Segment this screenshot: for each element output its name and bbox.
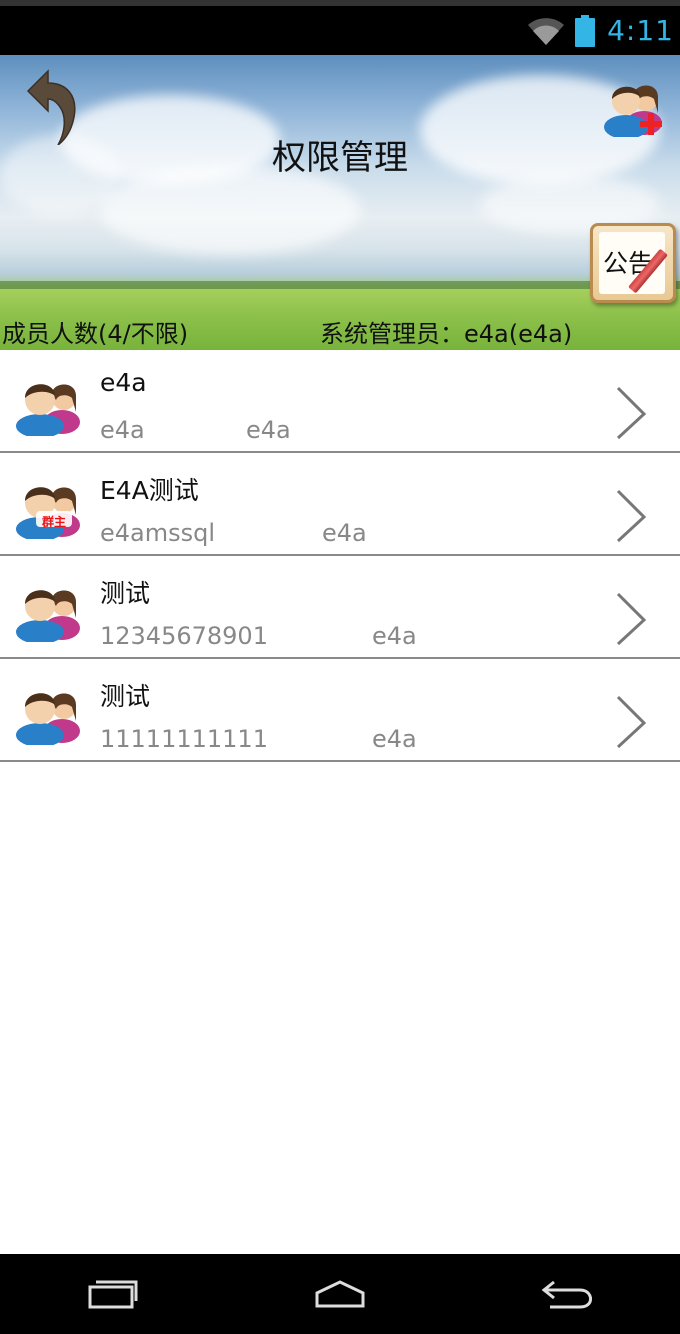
home-icon	[315, 1280, 365, 1308]
member-list: e4a e4a e4a 群主 E4A测试 e4amssql e4a 测试 123…	[0, 350, 680, 1254]
avatar-icon	[16, 590, 80, 642]
battery-icon	[575, 14, 596, 47]
avatar-icon	[16, 693, 80, 745]
member-owner: e4a	[372, 622, 417, 650]
notice-button[interactable]: 公告	[590, 223, 676, 303]
page-title: 权限管理	[272, 138, 408, 178]
list-item[interactable]: 群主 E4A测试 e4amssql e4a	[0, 453, 680, 556]
add-user-icon[interactable]	[604, 73, 666, 137]
member-name: e4a	[100, 368, 147, 397]
home-button[interactable]	[295, 1264, 385, 1324]
member-name: 测试	[100, 579, 151, 608]
member-account: 11111111111	[100, 725, 268, 753]
chevron-right-icon	[616, 386, 647, 440]
wifi-icon	[528, 17, 565, 45]
status-bar: 4:11	[0, 0, 680, 55]
clock: 4:11	[607, 14, 674, 47]
back-button[interactable]	[522, 1264, 612, 1324]
owner-badge: 群主	[42, 515, 67, 529]
member-owner: e4a	[372, 725, 417, 753]
recent-apps-button[interactable]	[68, 1264, 158, 1324]
member-name: 测试	[100, 682, 151, 711]
member-account: 12345678901	[100, 622, 268, 650]
member-account: e4a	[100, 416, 145, 444]
recent-apps-icon	[88, 1280, 138, 1309]
list-item[interactable]: 测试 11111111111 e4a	[0, 659, 680, 762]
system-admin: 系统管理员：e4a(e4a)	[320, 320, 573, 348]
avatar-icon	[16, 384, 80, 436]
system-nav-bar	[0, 1254, 680, 1334]
chevron-right-icon	[616, 592, 647, 646]
member-owner: e4a	[322, 519, 367, 547]
member-owner: e4a	[246, 416, 291, 444]
list-item[interactable]: e4a e4a e4a	[0, 350, 680, 453]
chevron-right-icon	[616, 695, 647, 749]
header-banner: 权限管理 公告 成员人数(4/不限) 系统管理员：e4a(e4a)	[0, 55, 680, 350]
member-account: e4amssql	[100, 519, 216, 547]
horizon-trees	[0, 281, 680, 289]
info-bar: 成员人数(4/不限) 系统管理员：e4a(e4a)	[0, 312, 680, 350]
chevron-right-icon	[616, 489, 647, 543]
back-icon	[541, 1280, 592, 1309]
list-item[interactable]: 测试 12345678901 e4a	[0, 556, 680, 659]
member-count: 成员人数(4/不限)	[2, 320, 189, 348]
member-name: E4A测试	[100, 476, 199, 505]
